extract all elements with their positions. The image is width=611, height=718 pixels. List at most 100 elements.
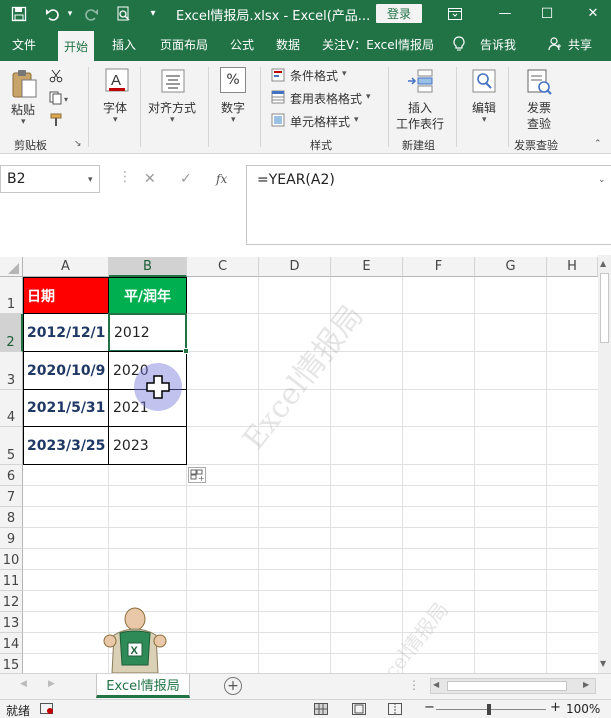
select-all-corner[interactable] [0, 257, 23, 277]
undo-dropdown-icon[interactable]: ▾ [64, 4, 76, 23]
customize-toolbar-icon[interactable]: ▾ [146, 4, 160, 23]
prev-sheet-icon[interactable]: ◀ [20, 679, 27, 689]
scroll-right-icon[interactable]: ▶ [583, 680, 589, 689]
row-header-11[interactable]: 11 [0, 570, 23, 591]
quick-analysis-icon[interactable]: + [188, 467, 206, 483]
row-header-7[interactable]: 7 [0, 486, 23, 507]
invoice-label-1[interactable]: 发票 [527, 99, 551, 116]
number-dropdown-icon[interactable]: ▾ [231, 115, 236, 125]
edit-dropdown-icon[interactable]: ▾ [482, 115, 487, 125]
copy-icon[interactable]: ▾ [46, 89, 74, 107]
formula-input[interactable]: =YEAR(A2) [246, 165, 611, 245]
conditional-format-dropdown-icon[interactable]: ▾ [342, 69, 347, 79]
restore-button[interactable]: ☐ [532, 4, 562, 23]
insert-row-label-2[interactable]: 工作表行 [396, 115, 444, 132]
table-format-label[interactable]: 套用表格格式 [290, 90, 362, 107]
row-header-13[interactable]: 13 [0, 612, 23, 633]
horizontal-scroll-thumb[interactable] [447, 681, 567, 691]
paste-dropdown-icon[interactable]: ▾ [21, 117, 26, 127]
column-header-g[interactable]: G [475, 257, 547, 277]
zoom-slider[interactable] [436, 704, 546, 715]
table-format-dropdown-icon[interactable]: ▾ [366, 92, 371, 102]
scroll-left-icon[interactable]: ◀ [433, 680, 439, 689]
cell-a3[interactable]: 2020/10/9 [23, 351, 109, 390]
insert-function-icon[interactable]: fx [216, 172, 227, 186]
edit-search-icon[interactable] [470, 67, 498, 95]
horizontal-scrollbar[interactable]: ◀ ▶ [430, 678, 596, 694]
next-sheet-icon[interactable]: ▶ [48, 679, 55, 689]
close-button[interactable]: ✕ [578, 4, 608, 23]
page-layout-view-icon[interactable] [352, 703, 366, 715]
edit-label[interactable]: 编辑 [472, 99, 496, 116]
paste-icon[interactable] [8, 67, 42, 101]
lightbulb-icon[interactable] [452, 27, 466, 61]
page-break-view-icon[interactable] [388, 703, 402, 715]
paste-label[interactable]: 粘贴 [11, 101, 35, 118]
share-button[interactable]: 共享 [568, 27, 592, 61]
invoice-label-2[interactable]: 查验 [527, 115, 551, 132]
row-header-6[interactable]: 6 [0, 465, 23, 486]
tab-file[interactable]: 文件 [12, 27, 36, 61]
conditional-format-icon[interactable] [270, 67, 286, 83]
row-header-10[interactable]: 10 [0, 549, 23, 570]
enter-icon[interactable]: ✓ [180, 171, 192, 187]
tab-formulas[interactable]: 公式 [230, 27, 254, 61]
column-header-c[interactable]: C [187, 257, 259, 277]
column-header-h[interactable]: H [547, 257, 598, 277]
number-label[interactable]: 数字 [221, 99, 245, 116]
row-header-14[interactable]: 14 [0, 633, 23, 654]
column-header-f[interactable]: F [403, 257, 475, 277]
collapse-ribbon-icon[interactable]: ⌃ [594, 139, 602, 149]
redo-icon[interactable] [80, 4, 102, 23]
tab-splitter-icon[interactable]: ⋮ [408, 678, 420, 692]
zoom-level[interactable]: 100% [566, 702, 600, 716]
format-painter-icon[interactable] [46, 111, 66, 129]
login-button[interactable]: 登录 [376, 4, 422, 23]
percent-icon[interactable]: % [220, 67, 246, 93]
add-sheet-icon[interactable]: + [224, 677, 242, 695]
table-format-icon[interactable] [270, 89, 286, 105]
macro-record-icon[interactable] [40, 703, 54, 715]
cell-a5[interactable]: 2023/3/25 [23, 426, 109, 465]
zoom-out-button[interactable]: − [424, 700, 435, 715]
cut-icon[interactable] [46, 67, 66, 85]
name-box-dropdown-icon[interactable]: ▾ [88, 175, 93, 185]
row-header-4[interactable]: 4 [0, 390, 23, 427]
insert-row-label-1[interactable]: 插入 [408, 99, 432, 116]
print-preview-icon[interactable] [114, 4, 134, 23]
minimize-button[interactable]: — [490, 4, 520, 23]
normal-view-icon[interactable] [314, 703, 328, 715]
column-header-d[interactable]: D [259, 257, 331, 277]
font-dropdown-icon[interactable]: ▾ [113, 115, 118, 125]
invoice-check-icon[interactable] [524, 67, 554, 97]
tab-page-layout[interactable]: 页面布局 [160, 27, 208, 61]
undo-icon[interactable] [42, 4, 64, 23]
row-header-2[interactable]: 2 [0, 314, 23, 352]
tab-data[interactable]: 数据 [276, 27, 300, 61]
font-icon[interactable]: A [104, 67, 130, 95]
row-header-9[interactable]: 9 [0, 528, 23, 549]
clipboard-launcher-icon[interactable]: ↘ [74, 139, 82, 149]
cell-b5[interactable]: 2023 [108, 426, 187, 465]
save-icon[interactable] [8, 4, 30, 23]
row-header-5[interactable]: 5 [0, 427, 23, 465]
align-label[interactable]: 对齐方式 [148, 99, 196, 116]
fill-handle[interactable] [183, 348, 189, 354]
column-header-b[interactable]: B [109, 257, 187, 277]
insert-row-icon[interactable] [406, 67, 434, 95]
row-header-8[interactable]: 8 [0, 507, 23, 528]
cell-style-icon[interactable] [270, 112, 286, 128]
scroll-down-icon[interactable]: ▼ [600, 659, 606, 668]
cell-a1[interactable]: 日期 [23, 277, 109, 314]
cell-a4[interactable]: 2021/5/31 [23, 389, 109, 427]
conditional-format-label[interactable]: 条件格式 [290, 67, 338, 84]
row-header-12[interactable]: 12 [0, 591, 23, 612]
cell-b1[interactable]: 平/润年 [108, 277, 187, 314]
zoom-in-button[interactable]: + [550, 700, 561, 715]
row-header-3[interactable]: 3 [0, 352, 23, 390]
scroll-up-icon[interactable]: ▲ [600, 259, 606, 268]
font-label[interactable]: 字体 [103, 99, 127, 116]
row-header-15[interactable]: 15 [0, 654, 23, 673]
column-header-a[interactable]: A [23, 257, 109, 277]
expand-formula-bar-icon[interactable]: ⌄ [598, 175, 606, 185]
